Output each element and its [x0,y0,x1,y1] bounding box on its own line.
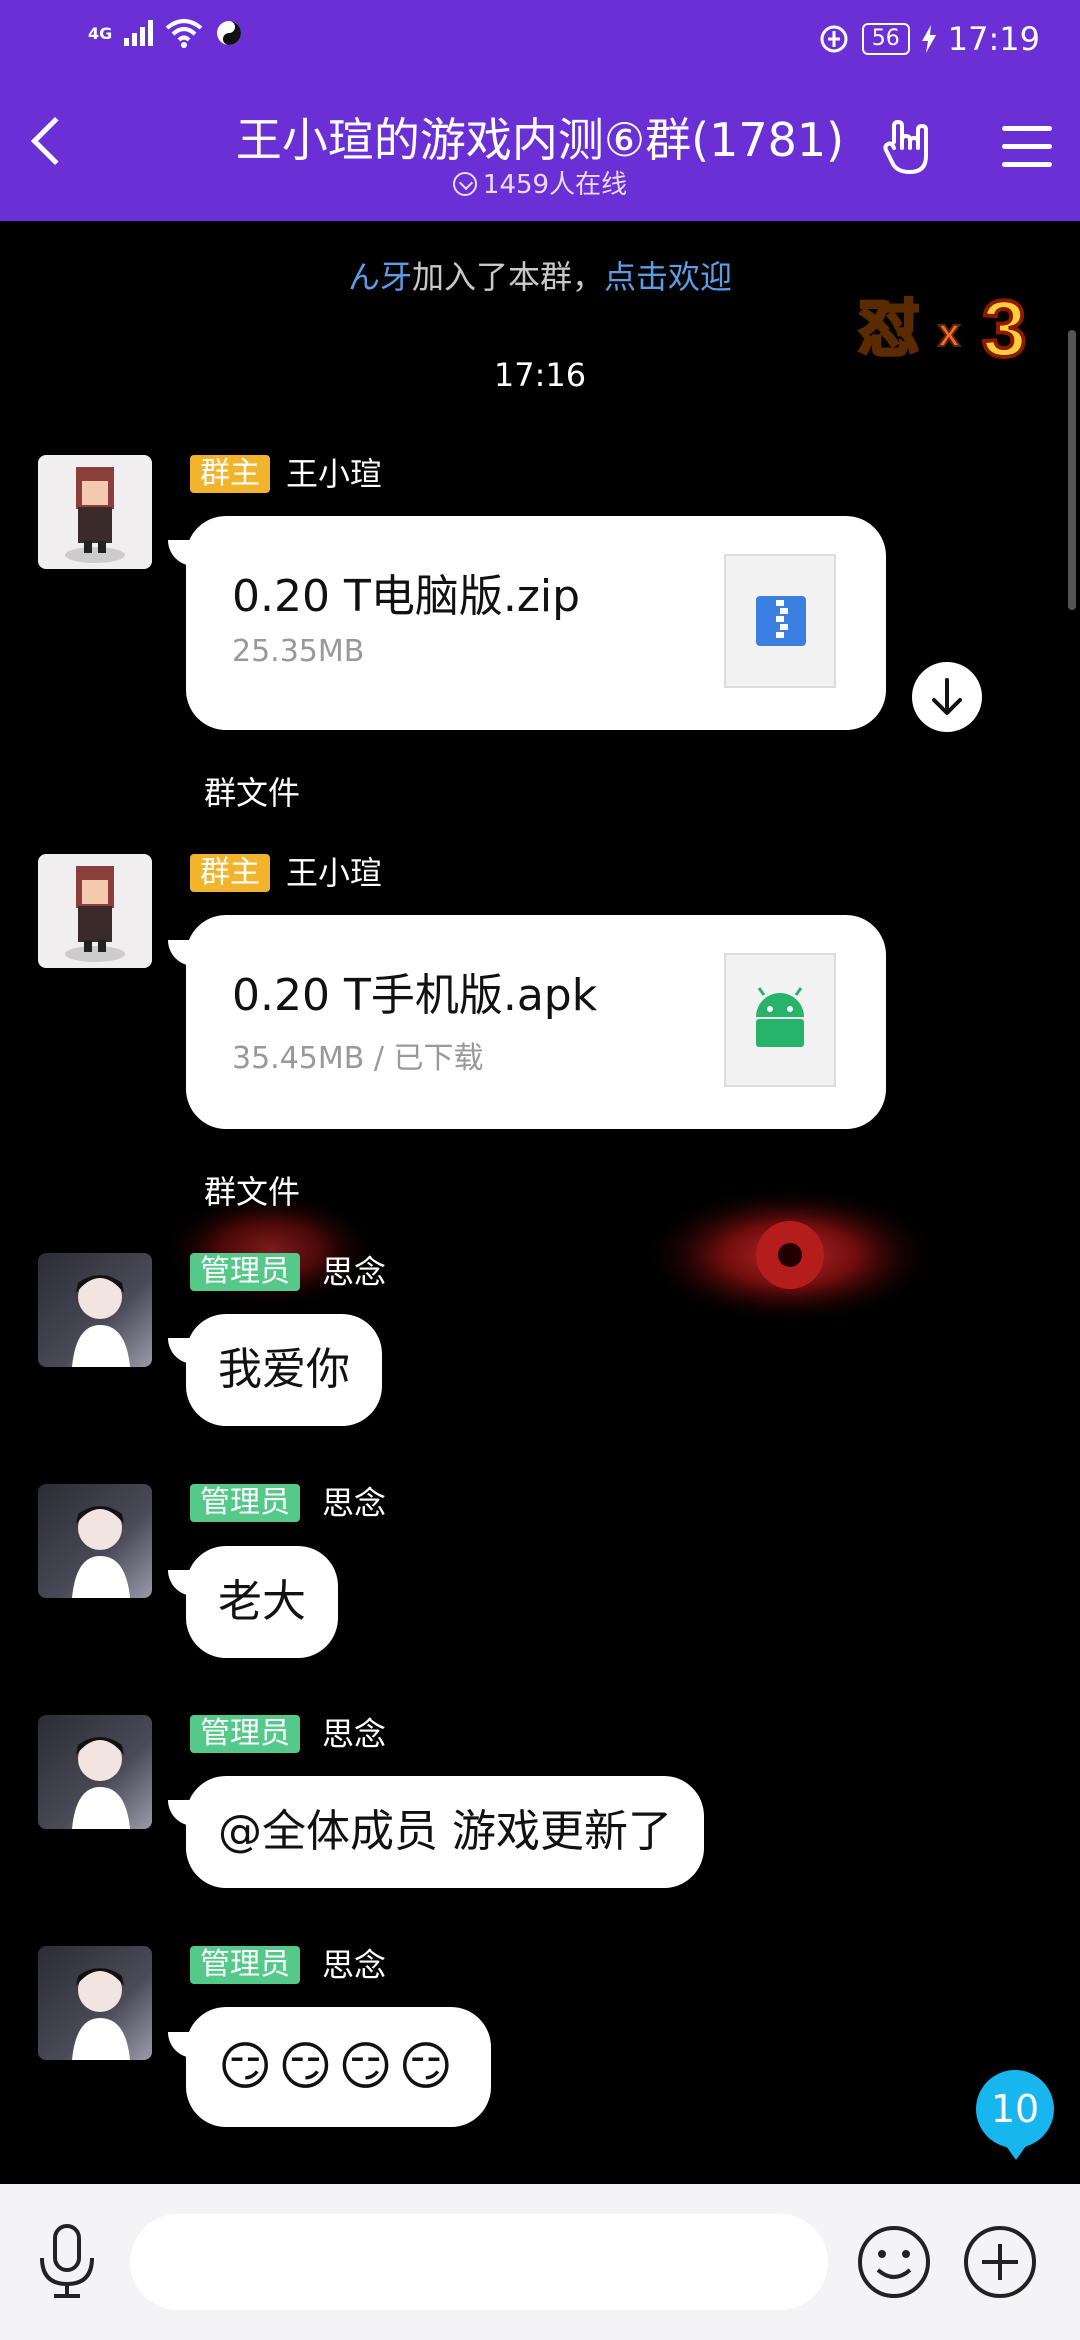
message-input[interactable] [130,2214,828,2310]
battery-level: 56 [861,23,910,55]
rock-hand-icon[interactable] [880,118,940,178]
message-text: @全体成员 游戏更新了 [218,1806,672,1857]
svg-text:x: x [938,311,960,355]
avatar[interactable] [38,1253,152,1367]
charging-icon [921,25,936,53]
sender-name[interactable]: 王小瑄 [286,854,382,892]
avatar[interactable] [38,854,152,968]
file-message-bubble[interactable]: 0.20 T手机版.apk 35.45MB / 已下载 [186,915,886,1129]
wifi-icon [165,19,203,48]
owner-badge: 群主 [190,455,270,493]
text-message-bubble[interactable]: 我爱你 [186,1314,382,1426]
text-message-bubble[interactable]: @全体成员 游戏更新了 [186,1776,704,1888]
file-size: 25.35MB [232,634,365,669]
group-title[interactable]: 王小瑄的游戏内测⑥群(1781) [160,104,920,170]
avatar[interactable] [38,455,152,569]
welcome-link[interactable]: 点击欢迎 [604,258,732,296]
message-text: 我爱你 [218,1344,350,1395]
file-size: 35.45MB / 已下载 [232,1041,484,1076]
joined-user-link[interactable]: ん牙 [348,258,412,296]
emoji-icon[interactable] [856,2224,932,2300]
sender-name[interactable]: 思念 [322,1484,386,1522]
file-label: 群文件 [204,1173,301,1211]
avatar[interactable] [38,1946,152,2060]
zip-file-icon [724,554,836,688]
network-type: 4G [88,23,113,43]
sender-name[interactable]: 王小瑄 [286,455,382,493]
chat-scrollbar[interactable] [1068,330,1076,610]
chevron-down-icon [452,172,477,196]
file-label: 群文件 [204,774,301,812]
plus-icon[interactable] [962,2224,1038,2300]
yin-yang-icon [217,21,242,45]
unread-count-badge[interactable]: 10 [976,2070,1054,2160]
android-icon [724,953,836,1087]
file-name: 0.20 T手机版.apk [232,970,598,1021]
admin-badge: 管理员 [190,1715,300,1753]
signal-icon [124,20,154,46]
file-name: 0.20 T电脑版.zip [232,571,581,622]
floating-sticker[interactable]: 怼 x 3 [852,284,1062,374]
microphone-icon[interactable] [36,2224,98,2300]
owner-badge: 群主 [190,854,270,892]
svg-text:怼: 怼 [858,295,920,364]
message-emoji: 😏😏😏😏 [218,2037,459,2097]
input-bar [0,2184,1080,2340]
message-text: 老大 [218,1576,306,1627]
chat-header: 4G 56 17:19 王小瑄的游戏内测⑥群(1781) 1459人在线 [0,0,1080,221]
sender-name[interactable]: 思念 [322,1715,386,1753]
admin-badge: 管理员 [190,1253,300,1291]
status-bar: 4G 56 17:19 [0,0,1080,80]
sender-name[interactable]: 思念 [322,1946,386,1984]
sender-name[interactable]: 思念 [322,1253,386,1291]
menu-button[interactable] [1002,126,1052,170]
admin-badge: 管理员 [190,1484,300,1522]
text-message-bubble[interactable]: 老大 [186,1546,338,1658]
avatar[interactable] [38,1484,152,1598]
admin-badge: 管理员 [190,1946,300,1984]
status-time: 17:19 [947,20,1040,58]
online-count[interactable]: 1459人在线 [160,164,920,201]
data-saver-icon [820,25,848,53]
back-button[interactable] [30,116,80,166]
avatar[interactable] [38,1715,152,1829]
download-icon[interactable] [912,662,982,732]
file-message-bubble[interactable]: 0.20 T电脑版.zip 25.35MB [186,516,886,730]
emoji-message-bubble[interactable]: 😏😏😏😏 [186,2007,491,2127]
svg-text:3: 3 [982,284,1027,373]
